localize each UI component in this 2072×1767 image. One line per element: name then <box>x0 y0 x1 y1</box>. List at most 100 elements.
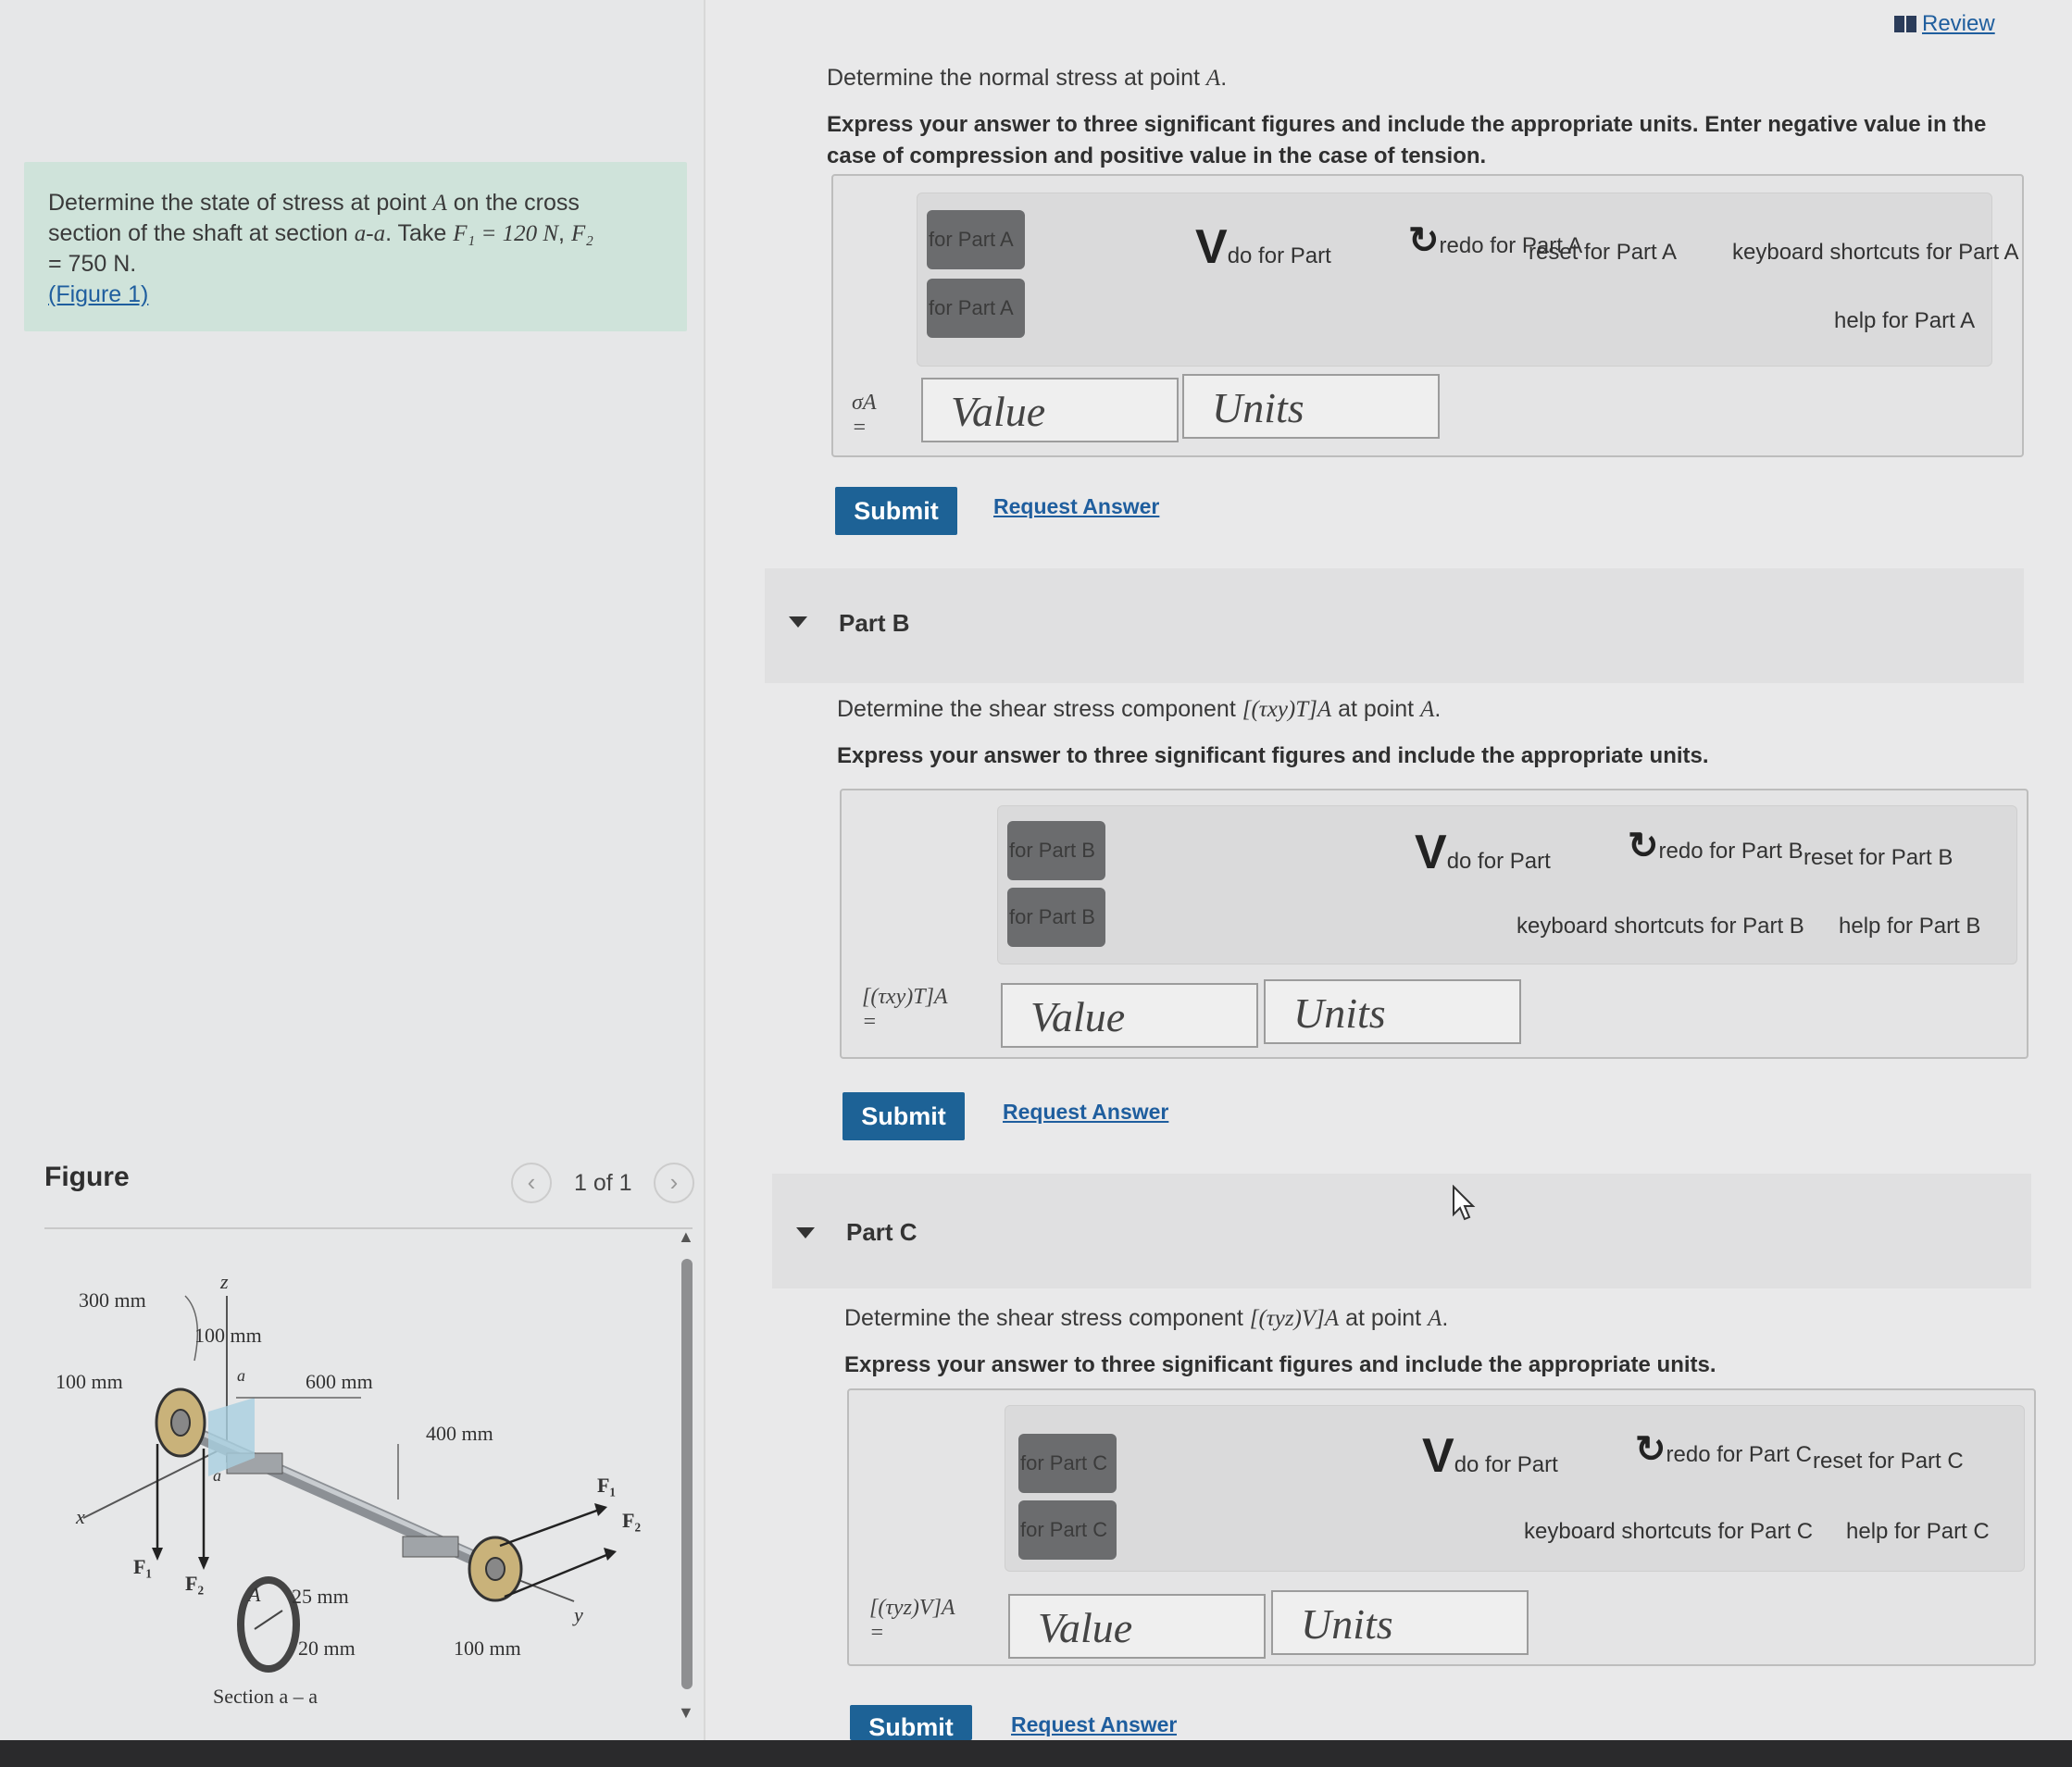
part-c-reset[interactable]: reset for Part C <box>1813 1449 1964 1475</box>
part-c-answer-box: for Part C for Part C Vdo for Part ↻redo… <box>847 1388 2036 1666</box>
dim-100-left: 100 mm <box>56 1370 123 1393</box>
part-c-question-mid: at point <box>1339 1305 1429 1331</box>
part-a-template-button[interactable]: for Part A <box>927 210 1025 269</box>
scroll-down-arrow-icon[interactable]: ▼ <box>678 1703 694 1723</box>
figure-prev-button[interactable]: ‹ <box>511 1163 552 1203</box>
label-a-top: a <box>237 1366 245 1385</box>
figure-counter: 1 of 1 <box>574 1170 632 1196</box>
part-c-variable-label: [(τyz)V]A = <box>869 1596 955 1646</box>
right-pulley-hub <box>485 1557 506 1581</box>
label-f1-right: F₁ <box>597 1474 616 1497</box>
left-pane: Determine the state of stress at point A… <box>0 0 704 1740</box>
part-c-redo-label: redo for Part C <box>1666 1442 1812 1467</box>
label-point-a: A <box>246 1583 261 1606</box>
scroll-up-arrow-icon[interactable]: ▲ <box>678 1227 694 1247</box>
part-b-units-input[interactable]: Units <box>1264 979 1521 1044</box>
part-c-point: A <box>1428 1306 1442 1331</box>
caret-down-icon <box>796 1227 815 1238</box>
force-f1-right-arrow <box>499 1507 603 1548</box>
part-c-value-input[interactable]: Value <box>1008 1594 1266 1659</box>
part-b-undo[interactable]: Vdo for Part <box>1415 825 1551 880</box>
part-b-point: A <box>1420 697 1435 722</box>
figure-next-button[interactable]: › <box>654 1163 694 1203</box>
part-b-answer-box: for Part B for Part B Vdo for Part ↻redo… <box>840 789 2028 1059</box>
part-b-title: Part B <box>839 609 910 637</box>
part-c-units-button[interactable]: for Part C <box>1018 1500 1117 1560</box>
part-a-reset[interactable]: reset for Part A <box>1529 240 1677 266</box>
part-c-units-input[interactable]: Units <box>1271 1590 1529 1655</box>
mouse-cursor-icon <box>1453 1185 1476 1221</box>
figure-scrollbar[interactable] <box>681 1259 693 1689</box>
part-a-var: σA <box>852 391 877 415</box>
part-c-submit-button[interactable]: Submit <box>850 1705 972 1740</box>
part-b-redo[interactable]: ↻redo for Part B <box>1628 825 1804 867</box>
part-b-question: Determine the shear stress component [(τ… <box>837 696 1441 723</box>
cross-section-radius <box>254 1610 283 1630</box>
figure-header: Figure <box>44 1162 130 1192</box>
caret-down-icon <box>789 616 807 628</box>
shaft-figure: 300 mm 100 mm 100 mm 600 mm 400 mm 25 mm… <box>56 1270 641 1708</box>
part-a-units-button[interactable]: for Part A <box>927 279 1025 338</box>
chevron-right-icon: › <box>669 1168 679 1196</box>
dim-400: 400 mm <box>426 1422 493 1445</box>
part-b-shortcuts[interactable]: keyboard shortcuts for Part B <box>1517 914 1804 939</box>
pane-divider[interactable] <box>704 0 705 1740</box>
part-b-undo-label: do for Part <box>1446 849 1551 874</box>
part-b-toolbar: for Part B for Part B Vdo for Part ↻redo… <box>997 805 2017 964</box>
part-b-expr: [(τxy)T]A <box>1242 697 1332 722</box>
label-z: z <box>219 1270 229 1293</box>
part-c-undo-label: do for Part <box>1454 1452 1558 1477</box>
label-a-bottom: a <box>213 1466 221 1485</box>
part-c-help[interactable]: help for Part C <box>1846 1519 1990 1545</box>
part-b-request-answer-link[interactable]: Request Answer <box>1003 1100 1168 1125</box>
part-b-var: [(τxy)T]A <box>862 985 948 1009</box>
undo-icon: V <box>1195 220 1228 274</box>
part-c-instructions: Express your answer to three significant… <box>844 1352 1716 1377</box>
part-a-request-answer-link[interactable]: Request Answer <box>993 494 1159 519</box>
part-c-expr: [(τyz)V]A <box>1249 1306 1340 1331</box>
part-c-redo[interactable]: ↻redo for Part C <box>1635 1428 1812 1471</box>
left-pulley-hub <box>170 1409 191 1437</box>
part-c-question-text: Determine the shear stress component <box>844 1305 1250 1331</box>
part-b-help[interactable]: help for Part B <box>1839 914 1980 939</box>
part-a-shortcuts[interactable]: keyboard shortcuts for Part A <box>1732 240 2018 266</box>
part-c-header[interactable]: Part C <box>772 1174 2031 1288</box>
review-link[interactable]: Review <box>1894 11 1995 37</box>
part-a-help[interactable]: help for Part A <box>1834 308 1975 334</box>
part-a-undo[interactable]: Vdo for Part <box>1195 219 1331 275</box>
dim-100-bottom: 100 mm <box>454 1636 521 1660</box>
part-b-submit-button[interactable]: Submit <box>843 1092 965 1140</box>
part-c-request-answer-link[interactable]: Request Answer <box>1011 1712 1177 1740</box>
label-f2-right: F₂ <box>622 1509 641 1532</box>
part-b-reset[interactable]: reset for Part B <box>1804 845 1953 871</box>
part-c-template-button[interactable]: for Part C <box>1018 1434 1117 1493</box>
part-b-header[interactable]: Part B <box>765 568 2024 683</box>
part-a-toolbar: for Part A for Part A Vdo for Part ↻redo… <box>917 193 2018 367</box>
part-a-undo-label: do for Part <box>1227 243 1331 268</box>
part-b-template-button[interactable]: for Part B <box>1007 821 1105 880</box>
part-b-units-button[interactable]: for Part B <box>1007 888 1105 947</box>
part-a-value-input[interactable]: Value <box>921 378 1179 442</box>
redo-icon: ↻ <box>1628 826 1659 866</box>
part-b-variable-label: [(τxy)T]A = <box>862 985 948 1035</box>
part-a-question: Determine the normal stress at point A. <box>827 65 1227 92</box>
part-c-undo[interactable]: Vdo for Part <box>1422 1428 1558 1484</box>
undo-icon: V <box>1415 826 1447 879</box>
force-f2-arrowhead <box>198 1557 209 1570</box>
problem-line-1: Determine the state of stress at point <box>48 190 433 216</box>
part-b-value-input[interactable]: Value <box>1001 983 1258 1048</box>
problem-statement-box: Determine the state of stress at point A… <box>24 162 687 331</box>
figure-link[interactable]: (Figure 1) <box>48 281 148 307</box>
force-f2-right-arrowhead <box>604 1548 617 1561</box>
part-c-question: Determine the shear stress component [(τ… <box>844 1305 1448 1332</box>
book-icon <box>1894 16 1916 32</box>
part-a-submit-button[interactable]: Submit <box>835 487 957 535</box>
force-f1-right-arrowhead <box>594 1503 607 1516</box>
dim-25: 25 mm <box>292 1585 349 1608</box>
section-caption: Section a – a <box>213 1685 318 1708</box>
part-a-variable-label: σA = <box>852 391 877 441</box>
part-a-units-input[interactable]: Units <box>1182 374 1440 439</box>
label-x: x <box>75 1505 85 1528</box>
part-c-question-end: . <box>1442 1305 1449 1331</box>
part-c-shortcuts[interactable]: keyboard shortcuts for Part C <box>1524 1519 1813 1545</box>
